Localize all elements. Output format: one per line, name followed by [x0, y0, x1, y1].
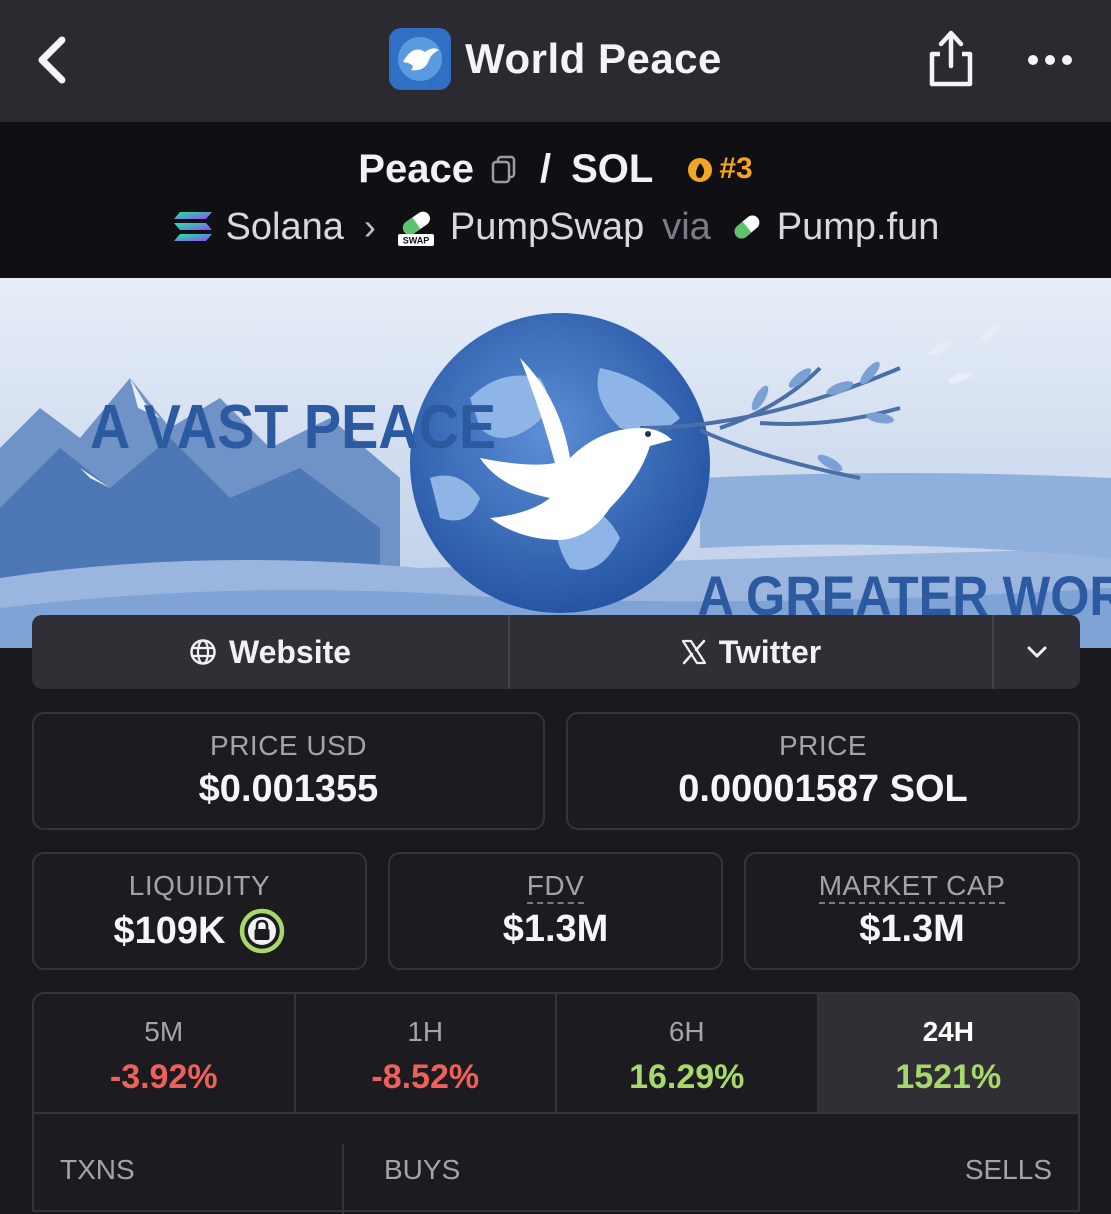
rank-number: #3: [719, 152, 752, 186]
timeframe-tabs: 5M -3.92% 1H -8.52% 6H 16.29% 24H 1521%: [32, 992, 1080, 1114]
base-token: Peace: [358, 147, 474, 192]
globe-icon: [189, 638, 217, 666]
share-button[interactable]: [922, 26, 980, 92]
pair-header: Peace / SOL #3 Solana ›: [0, 122, 1111, 278]
tab-label: 1H: [296, 1016, 556, 1048]
quote-token: SOL: [571, 147, 653, 192]
launchpad-name[interactable]: Pump.fun: [777, 206, 940, 249]
website-button[interactable]: Website: [32, 615, 510, 689]
market-cap-label: MARKET CAP: [819, 870, 1006, 904]
pumpfun-pill-icon: [729, 209, 765, 245]
chain-breadcrumb: Solana › SWAP PumpSwap via Pump.fun: [0, 202, 1111, 252]
buys-label: BUYS: [384, 1154, 460, 1186]
divider: [342, 1144, 344, 1214]
tab-label: 6H: [557, 1016, 817, 1048]
price-native-card: PRICE 0.00001587 SOL: [566, 712, 1080, 830]
banner-text-left: A VAST PEACE: [90, 393, 496, 461]
x-logo-icon: [681, 639, 707, 665]
liquidity-value: $109K: [114, 910, 226, 953]
chain-name[interactable]: Solana: [226, 206, 344, 249]
tab-label: 24H: [819, 1016, 1079, 1048]
tab-change: 16.29%: [557, 1058, 817, 1097]
trending-rank-badge[interactable]: #3: [685, 152, 752, 186]
tab-1h[interactable]: 1H -8.52%: [296, 994, 558, 1114]
page-title: World Peace: [465, 35, 722, 83]
liquidity-card: LIQUIDITY $109K: [32, 852, 367, 970]
more-links-dropdown[interactable]: [994, 615, 1080, 689]
social-links-bar: Website Twitter: [32, 615, 1080, 689]
market-cap-card[interactable]: MARKET CAP $1.3M: [744, 852, 1080, 970]
price-usd-label: PRICE USD: [34, 730, 543, 762]
price-native-value: 0.00001587 SOL: [678, 768, 967, 811]
txns-label: TXNS: [60, 1154, 135, 1186]
tab-5m[interactable]: 5M -3.92%: [34, 994, 296, 1114]
tab-change: 1521%: [819, 1058, 1079, 1097]
dex-name[interactable]: PumpSwap: [450, 206, 644, 249]
price-native-label: PRICE: [568, 730, 1078, 762]
pair-separator: /: [540, 147, 551, 192]
fdv-value: $1.3M: [503, 908, 609, 951]
tab-change: -8.52%: [296, 1058, 556, 1097]
token-banner-image: A VAST PEACE A GREATER WORLD: [0, 278, 1111, 648]
chevron-down-icon: [1025, 644, 1049, 660]
tab-label: 5M: [34, 1016, 294, 1048]
token-logo: [389, 28, 451, 90]
top-nav-bar: World Peace: [0, 0, 1111, 122]
pumpswap-icon: SWAP: [396, 206, 438, 248]
solana-icon: [172, 210, 214, 244]
price-usd-card: PRICE USD $0.001355: [32, 712, 545, 830]
more-options-button[interactable]: [1024, 40, 1076, 80]
fdv-label: FDV: [527, 870, 585, 904]
via-label: via: [662, 206, 711, 249]
flame-icon: [685, 154, 715, 184]
lock-icon[interactable]: [239, 908, 285, 954]
twitter-label: Twitter: [719, 634, 822, 671]
more-dots-icon: [1024, 40, 1076, 80]
copy-icon[interactable]: [488, 153, 520, 185]
tab-change: -3.92%: [34, 1058, 294, 1097]
pair-row: Peace / SOL #3: [0, 144, 1111, 194]
tab-6h[interactable]: 6H 16.29%: [557, 994, 819, 1114]
share-icon: [922, 26, 980, 92]
tab-24h[interactable]: 24H 1521%: [819, 994, 1079, 1114]
chevron-right-icon: ›: [364, 206, 376, 248]
svg-text:SWAP: SWAP: [403, 236, 430, 246]
website-label: Website: [229, 634, 351, 671]
price-usd-value: $0.001355: [199, 768, 379, 811]
market-cap-value: $1.3M: [859, 908, 965, 951]
fdv-card[interactable]: FDV $1.3M: [388, 852, 723, 970]
twitter-button[interactable]: Twitter: [510, 615, 994, 689]
liquidity-label: LIQUIDITY: [34, 870, 365, 902]
transactions-row: TXNS BUYS SELLS: [32, 1112, 1080, 1212]
sells-label: SELLS: [965, 1154, 1052, 1186]
